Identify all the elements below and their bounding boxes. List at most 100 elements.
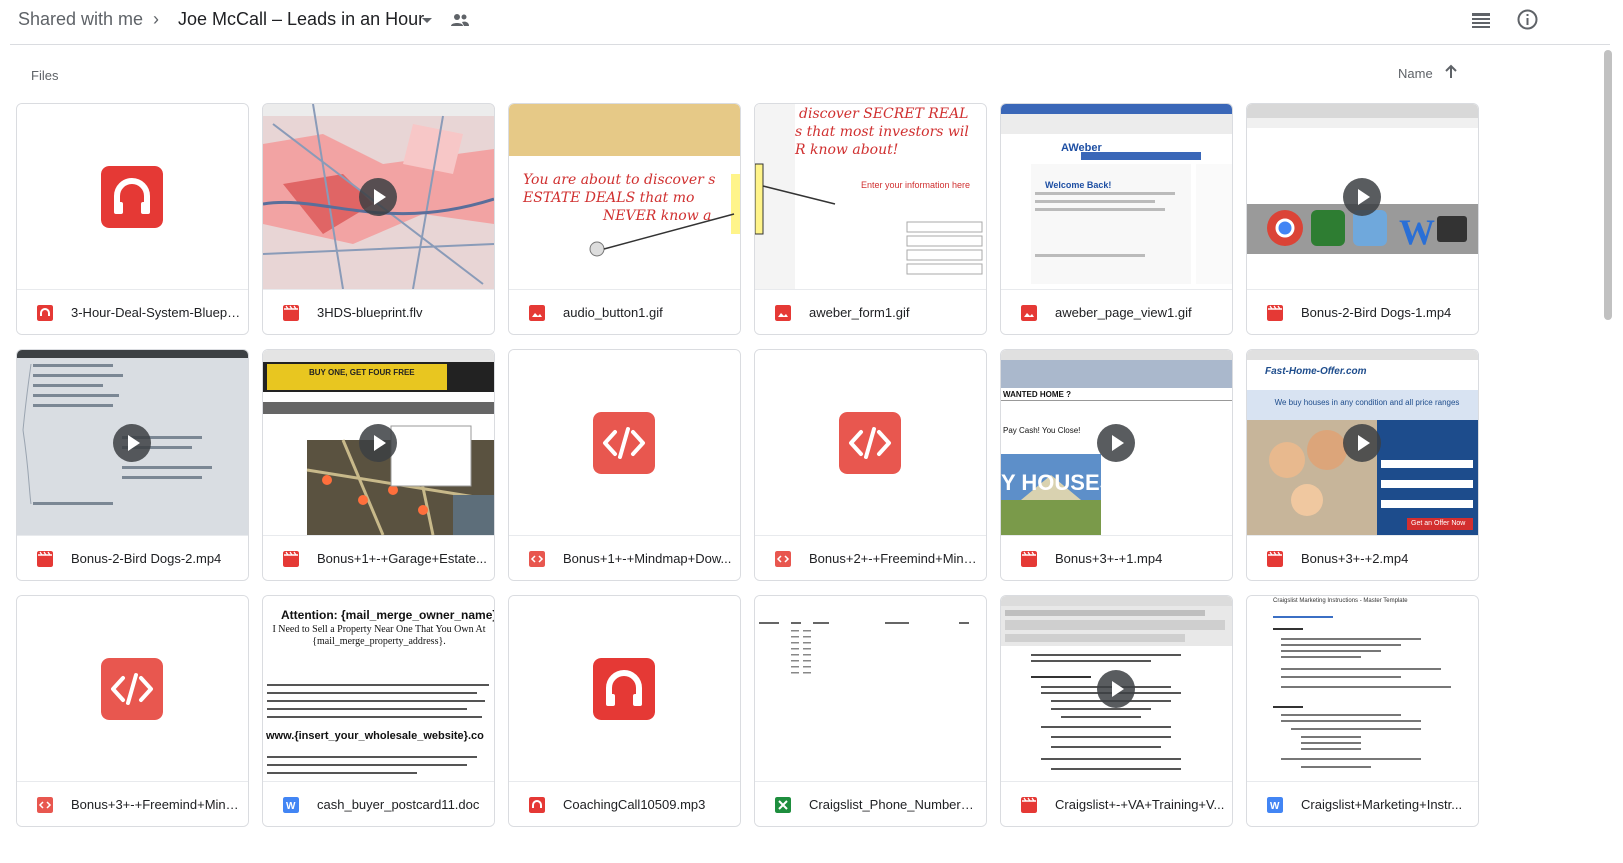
- file-card[interactable]: Craigslist Marketing Instructions - Mast…: [1246, 595, 1479, 827]
- file-thumbnail: Craigslist Marketing Instructions - Mast…: [1247, 596, 1478, 781]
- section-label: Files: [31, 68, 59, 83]
- file-name: 3-Hour-Deal-System-Bluepr...: [71, 305, 241, 320]
- file-footer: Bonus-2-Bird Dogs-1.mp4: [1247, 289, 1478, 334]
- fast-home-offer-logo: Fast-Home-Offer.com: [1265, 366, 1367, 377]
- file-footer: Bonus+1+-+Garage+Estate...: [263, 535, 494, 580]
- folder-menu-caret-icon[interactable]: [421, 15, 433, 27]
- parchment-line-3: NEVER know a: [603, 208, 712, 224]
- file-name: Bonus-2-Bird Dogs-1.mp4: [1301, 305, 1452, 320]
- form-body-text: Enter your information here: [861, 180, 971, 190]
- file-name: Craigslist+-+VA+Training+V...: [1055, 797, 1225, 812]
- file-card[interactable]: You are about to discover s ESTATE DEALS…: [508, 103, 741, 335]
- play-icon: [359, 424, 397, 462]
- file-thumbnail: AWeber Welcome Back!: [1001, 104, 1232, 289]
- file-card[interactable]: Attention: {mail_merge_owner_name} I Nee…: [262, 595, 495, 827]
- shared-people-icon[interactable]: [450, 12, 470, 28]
- file-name: Bonus+1+-+Mindmap+Dow...: [563, 551, 732, 566]
- file-thumbnail: [755, 596, 986, 781]
- parchment-line-1: You are about to discover s: [523, 172, 716, 188]
- code-type-icon: [37, 797, 53, 813]
- houses-heading-text: WANTED HOME ?: [1003, 390, 1071, 399]
- file-thumbnail: W: [1247, 104, 1478, 289]
- letter-url-text: www.{insert_your_wholesale_website}.co: [266, 730, 484, 742]
- sort-by-name-button[interactable]: Name: [1398, 66, 1433, 81]
- file-footer: aweber_form1.gif: [755, 289, 986, 334]
- form-heading-1: discover SECRET REAL: [799, 106, 969, 122]
- file-name: Bonus+3+-+1.mp4: [1055, 551, 1163, 566]
- breadcrumb-current-folder[interactable]: Joe McCall – Leads in an Hour: [178, 9, 424, 30]
- spreadsheet-thumbnail-image: [759, 622, 969, 674]
- video-type-icon: [1267, 551, 1283, 567]
- sort-ascending-arrow-icon[interactable]: [1444, 64, 1458, 80]
- svg-text:W: W: [1270, 801, 1280, 812]
- file-footer: CoachingCall10509.mp3: [509, 781, 740, 826]
- file-name: Bonus+3+-+2.mp4: [1301, 551, 1409, 566]
- file-footer: audio_button1.gif: [509, 289, 740, 334]
- file-card[interactable]: Fast-Home-Offer.com We buy houses in any…: [1246, 349, 1479, 581]
- file-thumbnail: [755, 350, 986, 535]
- play-icon: [113, 424, 151, 462]
- image-type-icon: [529, 305, 545, 321]
- video-type-icon: [283, 551, 299, 567]
- file-footer: Craigslist_Phone_Numbers....: [755, 781, 986, 826]
- list-view-icon[interactable]: [1471, 11, 1491, 29]
- file-card[interactable]: Bonus+1+-+Mindmap+Dow...: [508, 349, 741, 581]
- file-name: Bonus+1+-+Garage+Estate...: [317, 551, 487, 566]
- image-type-icon: [1021, 305, 1037, 321]
- file-card[interactable]: Craigslist+-+VA+Training+V...: [1000, 595, 1233, 827]
- file-name: aweber_form1.gif: [809, 305, 910, 320]
- file-name: 3HDS-blueprint.flv: [317, 305, 423, 320]
- file-card[interactable]: 3-Hour-Deal-System-Bluepr...: [16, 103, 249, 335]
- video-type-icon: [1267, 305, 1283, 321]
- file-card[interactable]: WANTED HOME ? Pay Cash! You Close! Y HOU…: [1000, 349, 1233, 581]
- audio-file-icon: [593, 658, 655, 720]
- audio-type-icon: [37, 305, 53, 321]
- breadcrumb-separator: ›: [153, 9, 159, 29]
- file-footer: Bonus+2+-+Freemind+Mind...: [755, 535, 986, 580]
- file-card[interactable]: discover SECRET REAL s that most investo…: [754, 103, 987, 335]
- file-card[interactable]: BUY ONE, GET FOUR FREE Bonus+1+-+Garage+…: [262, 349, 495, 581]
- file-card[interactable]: AWeber Welcome Back! aweber_page_view1.g…: [1000, 103, 1233, 335]
- file-name: CoachingCall10509.mp3: [563, 797, 706, 812]
- file-card[interactable]: Bonus+2+-+Freemind+Mind...: [754, 349, 987, 581]
- file-card[interactable]: 3HDS-blueprint.flv: [262, 103, 495, 335]
- video-type-icon: [283, 305, 299, 321]
- video-type-icon: [1021, 551, 1037, 567]
- play-icon: [1343, 178, 1381, 216]
- file-thumbnail: BUY ONE, GET FOUR FREE: [263, 350, 494, 535]
- file-footer: Bonus-2-Bird Dogs-2.mp4: [17, 535, 248, 580]
- file-card[interactable]: CoachingCall10509.mp3: [508, 595, 741, 827]
- header-divider: [10, 44, 1610, 45]
- svg-text:W: W: [286, 801, 296, 812]
- file-card[interactable]: Bonus-2-Bird Dogs-2.mp4: [16, 349, 249, 581]
- code-type-icon: [529, 551, 545, 567]
- top-bar: Shared with me › Joe McCall – Leads in a…: [0, 0, 1623, 44]
- code-type-icon: [775, 551, 791, 567]
- file-thumbnail: [509, 596, 740, 781]
- file-thumbnail: [509, 350, 740, 535]
- breadcrumb-root[interactable]: Shared with me: [18, 9, 143, 30]
- doc-type-icon: W: [283, 797, 299, 813]
- file-thumbnail: WANTED HOME ? Pay Cash! You Close! Y HOU…: [1001, 350, 1232, 535]
- file-footer: W cash_buyer_postcard11.doc: [263, 781, 494, 826]
- play-icon: [1097, 670, 1135, 708]
- file-card[interactable]: Bonus+3+-+Freemind+Mind...: [16, 595, 249, 827]
- svg-text:W: W: [1399, 212, 1435, 252]
- file-name: Bonus+3+-+Freemind+Mind...: [71, 797, 241, 812]
- houses-big-text: Y HOUSES: [1001, 470, 1115, 495]
- image-type-icon: [775, 305, 791, 321]
- file-footer: Bonus+1+-+Mindmap+Dow...: [509, 535, 740, 580]
- letter-title-text: Attention: {mail_merge_owner_name}: [281, 608, 494, 622]
- file-card[interactable]: W Bonus-2-Bird Dogs-1.mp4: [1246, 103, 1479, 335]
- text-document-thumbnail-image: [1273, 616, 1451, 768]
- file-card[interactable]: Craigslist_Phone_Numbers....: [754, 595, 987, 827]
- sheet-type-icon: [775, 797, 791, 813]
- file-thumbnail: [1001, 596, 1232, 781]
- audio-type-icon: [529, 797, 545, 813]
- info-icon[interactable]: [1517, 9, 1538, 30]
- code-file-icon: [101, 658, 163, 720]
- scrollbar-thumb[interactable]: [1604, 50, 1612, 320]
- file-thumbnail: [263, 104, 494, 289]
- play-icon: [1343, 424, 1381, 462]
- doc-type-icon: W: [1267, 797, 1283, 813]
